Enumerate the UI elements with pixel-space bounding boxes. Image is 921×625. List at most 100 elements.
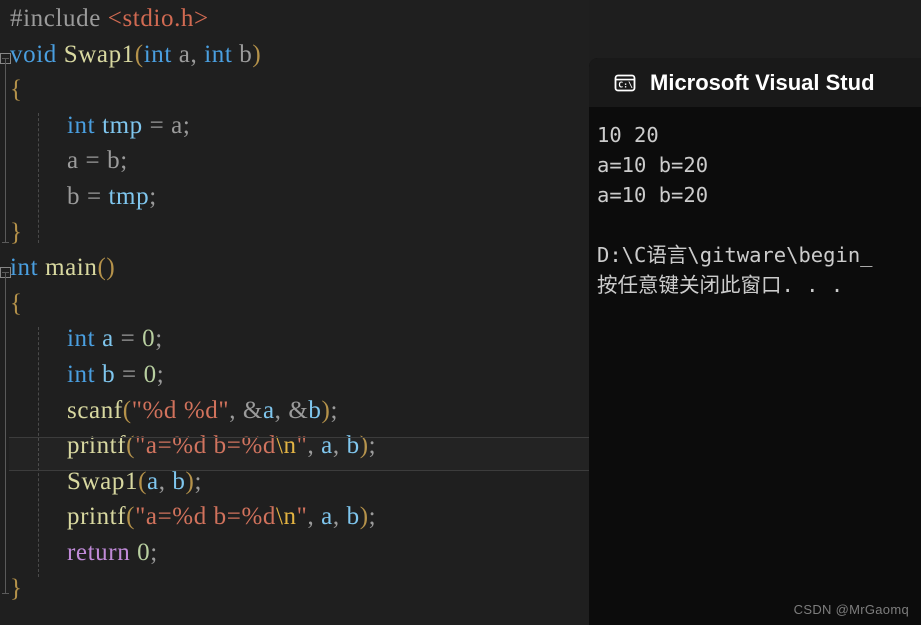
code-token: ;: [149, 183, 157, 210]
code-token: =: [78, 147, 108, 175]
code-line[interactable]: int a = 0;: [0, 321, 163, 357]
code-token: a: [102, 325, 114, 353]
code-token: =: [80, 183, 109, 210]
code-line[interactable]: int tmp = a;: [0, 108, 190, 144]
code-token: \n: [276, 432, 297, 460]
code-token: "a=%d b=%d: [135, 432, 276, 460]
console-window[interactable]: C:\ Microsoft Visual Stud 10 20 a=10 b=20…: [589, 58, 921, 625]
code-token: 0: [137, 539, 151, 566]
code-token: b: [308, 396, 322, 424]
code-line-text: void Swap1(int a, int b): [0, 41, 261, 68]
code-line[interactable]: #include <stdio.h>: [0, 1, 209, 37]
fold-region-bar[interactable]: [2, 272, 9, 594]
code-token: printf: [67, 503, 127, 531]
indent-guide: [38, 113, 39, 243]
console-output-line: a=10 b=20: [597, 183, 709, 207]
code-line-text: int a = 0;: [0, 325, 163, 352]
code-token: Swap1: [67, 467, 139, 495]
code-line[interactable]: }: [0, 571, 23, 607]
code-line[interactable]: scanf("%d %d", &a, &b);: [0, 393, 338, 429]
code-line[interactable]: Swap1(a, b);: [0, 464, 202, 500]
code-token: b: [102, 361, 116, 388]
command-prompt-icon: C:\: [612, 70, 638, 96]
code-token: a: [147, 467, 159, 495]
code-token: printf: [67, 432, 127, 460]
code-line-text: int tmp = a;: [0, 112, 190, 139]
code-line[interactable]: {: [0, 72, 23, 108]
code-token: return: [67, 539, 131, 566]
code-token: 0: [142, 325, 156, 353]
console-output-line: 按任意键关闭此窗口. . .: [597, 273, 844, 297]
code-token: a: [321, 503, 333, 531]
code-token: "%d %d": [131, 396, 230, 424]
code-token: b: [346, 503, 360, 531]
code-token: ;: [194, 467, 202, 495]
code-token: a: [321, 432, 333, 460]
code-token: ;: [156, 361, 165, 388]
code-line-text: return 0;: [0, 539, 158, 566]
console-output-area[interactable]: 10 20 a=10 b=20 a=10 b=20 D:\C语言\gitware\b…: [589, 107, 921, 625]
code-token: (): [97, 254, 116, 282]
code-token: int: [143, 40, 172, 68]
code-line-text: scanf("%d %d", &a, &b);: [0, 397, 338, 424]
code-token: ,: [332, 432, 347, 460]
code-line[interactable]: int main(): [0, 250, 115, 286]
code-token: }: [10, 574, 23, 602]
code-token: scanf: [67, 396, 123, 424]
code-text-area[interactable]: #include <stdio.h> void Swap1(int a, int …: [0, 0, 589, 625]
code-line[interactable]: }: [0, 215, 23, 251]
code-line[interactable]: a = b;: [0, 143, 128, 179]
code-token: int: [67, 111, 96, 139]
code-token: tmp: [108, 183, 150, 210]
code-token: int: [67, 361, 96, 388]
code-token: tmp: [102, 111, 143, 139]
code-line[interactable]: return 0;: [0, 535, 158, 571]
code-token: ;: [155, 325, 163, 353]
code-line[interactable]: printf("a=%d b=%d\n", a, b);: [0, 499, 376, 535]
code-token: b: [67, 183, 81, 210]
console-output-line: a=10 b=20: [597, 153, 709, 177]
code-token: "a=%d b=%d: [135, 503, 276, 531]
code-line-text: }: [0, 575, 23, 602]
code-token: int: [10, 254, 39, 282]
code-token: a: [171, 111, 183, 139]
code-token: (: [134, 40, 144, 68]
code-token: &: [242, 396, 263, 424]
code-token: ,: [307, 432, 322, 460]
code-token: {: [10, 289, 23, 317]
code-line[interactable]: b = tmp;: [0, 179, 157, 215]
code-line-text: a = b;: [0, 147, 128, 174]
code-line-text: Swap1(a, b);: [0, 468, 202, 495]
code-token: \n: [276, 503, 297, 531]
svg-text:C:\: C:\: [618, 79, 633, 89]
code-line-text: printf("a=%d b=%d\n", a, b);: [0, 432, 376, 459]
code-token: ;: [368, 503, 377, 531]
code-token: (: [126, 432, 136, 460]
screenshot-root: #include <stdio.h> void Swap1(int a, int …: [0, 0, 921, 625]
code-line-text: printf("a=%d b=%d\n", a, b);: [0, 503, 376, 530]
code-line[interactable]: {: [0, 286, 23, 322]
console-output-line: 10 20: [597, 123, 659, 147]
code-line[interactable]: int b = 0;: [0, 357, 164, 393]
code-token: =: [113, 325, 143, 353]
console-title-text: Microsoft Visual Stud: [650, 69, 875, 95]
code-line-text: #include <stdio.h>: [0, 5, 209, 32]
code-token: =: [142, 111, 172, 139]
code-token: b: [107, 147, 121, 175]
code-token: (: [138, 467, 147, 495]
code-token: ;: [182, 111, 191, 139]
code-token: &: [288, 396, 309, 424]
code-token: {: [10, 76, 23, 104]
code-token: ,: [229, 396, 243, 424]
code-token: ;: [150, 539, 158, 566]
code-line[interactable]: printf("a=%d b=%d\n", a, b);: [0, 428, 376, 464]
fold-region-bar[interactable]: [2, 58, 9, 243]
code-editor-pane[interactable]: #include <stdio.h> void Swap1(int a, int …: [0, 0, 589, 625]
code-token: ;: [330, 396, 338, 424]
code-token: ,: [190, 40, 205, 68]
code-line[interactable]: void Swap1(int a, int b): [0, 37, 261, 73]
console-titlebar[interactable]: C:\ Microsoft Visual Stud: [589, 58, 921, 107]
